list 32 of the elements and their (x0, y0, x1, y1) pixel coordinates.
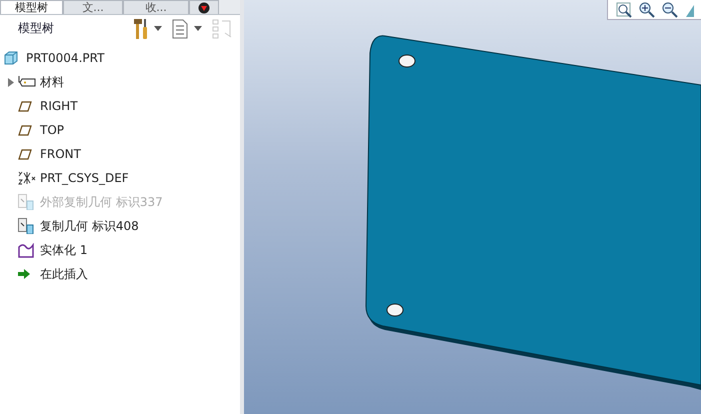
tree-item[interactable]: 在此插入 (40, 266, 88, 282)
coordinate-system-icon (18, 171, 36, 185)
caret-icon[interactable] (154, 26, 162, 31)
panel-tab[interactable]: 文... (63, 0, 123, 14)
zoom-in-icon[interactable] (639, 2, 655, 18)
plane-icon (18, 148, 32, 160)
list-icon[interactable] (172, 18, 188, 38)
panel-title: 模型树 (18, 20, 54, 37)
plane-icon (18, 100, 32, 112)
part-icon (4, 51, 18, 65)
panel-tab[interactable]: 收... (123, 0, 189, 14)
tag-icon (18, 76, 36, 88)
panel-tab[interactable]: 模型树 (0, 0, 63, 14)
tree-item[interactable]: RIGHT (40, 99, 78, 113)
solidify-icon (18, 242, 34, 258)
tree-item[interactable]: PRT_CSYS_DEF (40, 171, 129, 185)
caret-icon[interactable] (194, 26, 202, 31)
arrow-icon (18, 269, 30, 279)
tree-item[interactable]: TOP (40, 123, 64, 137)
tree-item[interactable]: PRT0004.PRT (26, 51, 104, 65)
tree-item[interactable]: 实体化 1 (40, 242, 88, 258)
panel-tab[interactable] (189, 0, 219, 14)
tools-icon[interactable] (134, 18, 148, 40)
tree-item[interactable]: 复制几何 标识408 (40, 218, 139, 234)
expand-arrow-icon[interactable] (7, 78, 15, 86)
zoom-out-icon[interactable] (662, 2, 678, 18)
copy-geometry-icon (18, 194, 34, 210)
tree-item[interactable]: 材料 (40, 74, 64, 90)
copy-geometry-icon (18, 218, 34, 234)
tree-item[interactable]: FRONT (40, 147, 81, 161)
plane-icon (18, 124, 32, 136)
zoom-fit-icon[interactable] (616, 2, 632, 18)
